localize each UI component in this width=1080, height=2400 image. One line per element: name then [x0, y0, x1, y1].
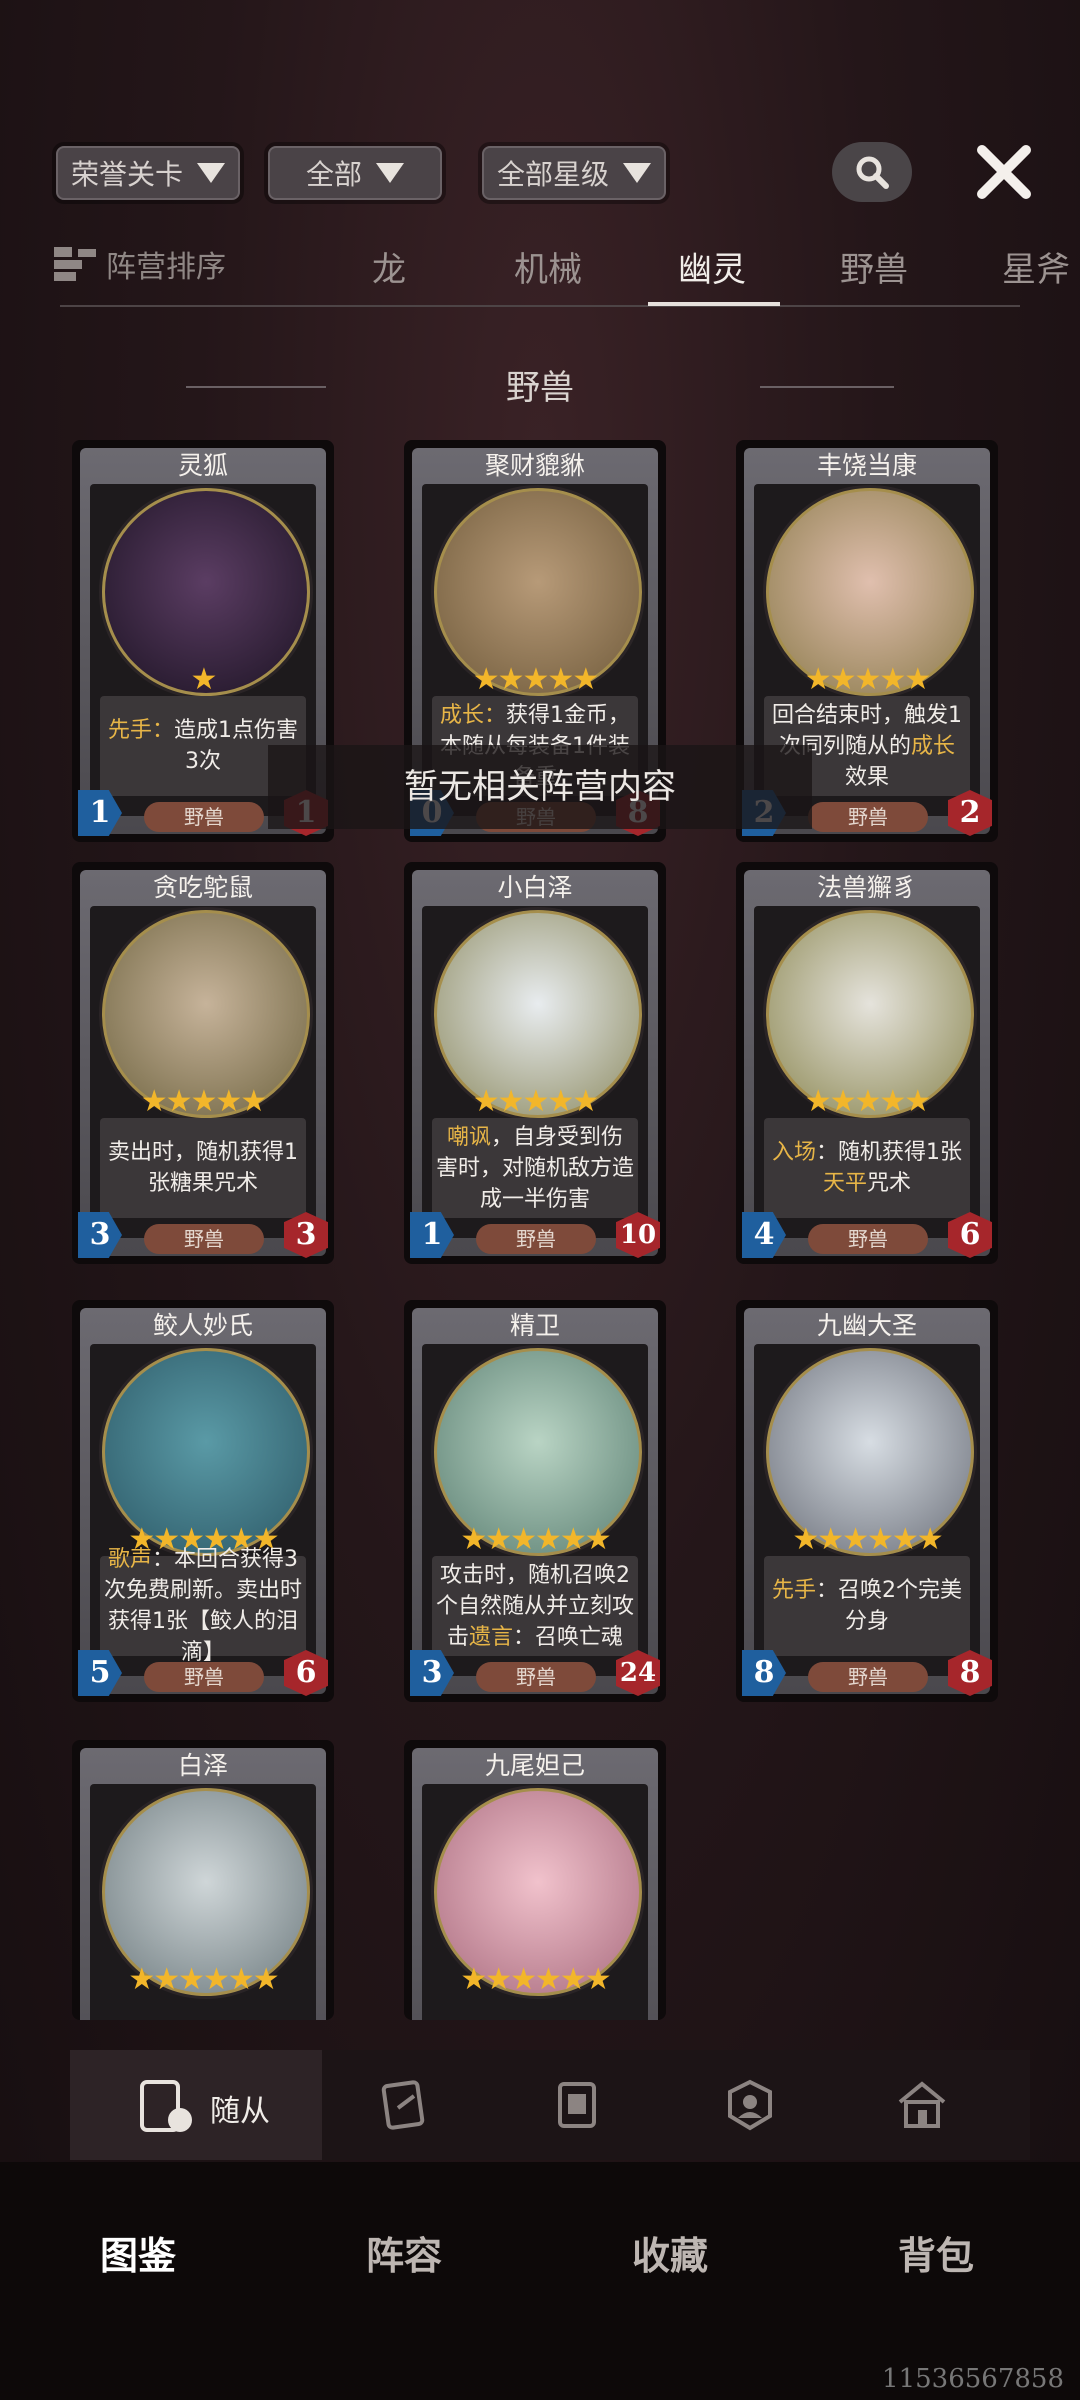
star-rating: ★★★★★★: [128, 1962, 279, 1997]
card-description: 攻击时，随机召唤2个自然随从并立刻攻击遗言：召唤亡魂: [432, 1556, 638, 1656]
tribe-badge: 野兽: [476, 1662, 596, 1692]
tab-beast[interactable]: 野兽: [840, 242, 908, 291]
chevron-down-icon: [376, 163, 404, 183]
description-tail: 效果: [844, 764, 889, 790]
card-description: 先手：召唤2个完美分身: [764, 1556, 970, 1656]
honor-filter-label: 荣誉关卡: [70, 158, 183, 191]
tab-mechanical[interactable]: 机械: [514, 242, 582, 291]
faction-filter-label: 全部: [305, 158, 362, 191]
minion-card[interactable]: 鲛人妙氏 ★★★★★★ 歌声：本回合获得3次免费刷新。卖出时获得1张【鲛人的泪滴】野…: [72, 1300, 334, 1702]
active-tab-indicator: [648, 302, 780, 306]
tribe-badge: 野兽: [808, 1662, 928, 1692]
card-name: 小白泽: [497, 873, 573, 902]
card-name: 精卫: [509, 1311, 560, 1340]
equipment-card-icon[interactable]: [552, 2078, 604, 2132]
sort-button[interactable]: 阵营排序: [52, 242, 226, 286]
tab-ghost[interactable]: 幽灵: [678, 242, 746, 291]
star-rating: ★★★★★: [804, 1084, 931, 1119]
star-rating: ★★★★★★: [460, 1962, 611, 1997]
minion-card[interactable]: 白泽 ★★★★★★: [72, 1740, 334, 2020]
tab-star[interactable]: 星斧: [1002, 242, 1080, 291]
star-rating: ★★★★★: [472, 1084, 599, 1119]
faction-filter-dropdown[interactable]: 全部: [268, 146, 442, 200]
description-text: 卖出时，随机获得1张糖果咒术: [108, 1140, 298, 1196]
minion-card[interactable]: 贪吃鸵鼠 ★★★★★ 卖出时，随机获得1张糖果咒术 野兽 3 3: [72, 862, 334, 1264]
sort-label: 阵营排序: [106, 250, 226, 285]
tabs-divider: [60, 305, 1020, 307]
subnav-minions[interactable]: 随从: [70, 2050, 322, 2160]
chevron-down-icon: [197, 163, 225, 183]
keyword: 成长: [911, 733, 956, 759]
house-icon[interactable]: [894, 2076, 950, 2132]
user-id: 11536567858: [882, 2364, 1064, 2394]
subnav-minions-label: 随从: [210, 2094, 270, 2129]
keyword: 先手：: [107, 718, 174, 743]
search-button[interactable]: [832, 142, 912, 202]
tribe-badge: 野兽: [808, 802, 928, 832]
keyword: 先手: [771, 1578, 816, 1603]
card-name: 丰饶当康: [816, 451, 917, 480]
card-description: 入场：随机获得1张天平咒术: [764, 1118, 970, 1218]
card-name: 聚财貔貅: [484, 451, 585, 480]
star-rating: ★★★★★★: [792, 1522, 943, 1557]
keyword: 成长：: [439, 702, 506, 728]
nav-collection[interactable]: 收藏: [632, 2225, 708, 2280]
nav-backpack[interactable]: 背包: [898, 2225, 974, 2280]
faction-tabs: 阵营排序 龙 机械 幽灵 野兽 星斧: [0, 242, 1080, 308]
description-tail: ：召唤亡魂: [513, 1624, 624, 1650]
description-text: ：随机获得1张: [816, 1140, 962, 1165]
nav-codex[interactable]: 图鉴: [100, 2225, 176, 2280]
card-description: 歌声：本回合获得3次免费刷新。卖出时获得1张【鲛人的泪滴】: [100, 1547, 306, 1665]
description-tail: 咒术: [867, 1171, 912, 1196]
card-name: 鲛人妙氏: [152, 1311, 253, 1340]
card-name: 九幽大圣: [816, 1311, 917, 1340]
description-text: ：召唤2个完美分身: [816, 1578, 962, 1634]
section-divider-right: [760, 386, 894, 388]
keyword: 入场: [771, 1140, 816, 1165]
hero-portrait-icon[interactable]: [724, 2078, 776, 2132]
card-name: 白泽: [177, 1751, 228, 1780]
keyword: 歌声: [107, 1547, 152, 1572]
minion-card[interactable]: 精卫 ★★★★★★ 攻击时，随机召唤2个自然随从并立刻攻击遗言：召唤亡魂 野兽 3 24: [404, 1300, 666, 1702]
honor-filter-dropdown[interactable]: 荣誉关卡: [56, 146, 240, 200]
star-filter-dropdown[interactable]: 全部星级: [482, 146, 666, 200]
card-name: 灵狐: [177, 451, 228, 480]
keyword: 嘲讽: [446, 1124, 491, 1150]
star-rating: ★★★★★★: [460, 1522, 611, 1557]
minion-card[interactable]: 小白泽 ★★★★★ 嘲讽，自身受到伤害时，对随机敌方造成一半伤害 野兽 1 10: [404, 862, 666, 1264]
tribe-badge: 野兽: [144, 1662, 264, 1692]
close-icon: [977, 145, 1031, 199]
card-description: 嘲讽，自身受到伤害时，对随机敌方造成一半伤害: [432, 1118, 638, 1218]
tribe-badge: 野兽: [144, 802, 264, 832]
card-name: 九尾妲己: [484, 1751, 585, 1780]
star-rating: ★★★★★: [140, 1084, 267, 1119]
tab-dragon[interactable]: 龙: [372, 242, 406, 291]
minion-card[interactable]: 法兽獬豸 ★★★★★ 入场：随机获得1张天平咒术 野兽 4 6: [736, 862, 998, 1264]
minion-card[interactable]: 九幽大圣 ★★★★★★ 先手：召唤2个完美分身 野兽 8 8: [736, 1300, 998, 1702]
close-button[interactable]: [972, 140, 1036, 204]
keyword: 遗言: [468, 1624, 513, 1650]
spell-card-icon[interactable]: [380, 2078, 432, 2132]
chevron-down-icon: [623, 163, 651, 183]
star-rating: ★★★★★: [472, 662, 599, 697]
sort-icon: [54, 247, 96, 281]
tribe-badge: 野兽: [808, 1224, 928, 1254]
keyword: 天平: [822, 1171, 867, 1196]
tribe-badge: 野兽: [476, 1224, 596, 1254]
tribe-badge: 野兽: [144, 1224, 264, 1254]
star-rating: ★: [190, 662, 218, 697]
minion-card-icon: [140, 2080, 192, 2132]
card-name: 法兽獬豸: [816, 873, 917, 902]
empty-faction-toast: 暂无相关阵营内容: [268, 745, 812, 829]
star-rating: ★★★★★: [804, 662, 931, 697]
star-filter-label: 全部星级: [496, 158, 609, 191]
nav-lineup[interactable]: 阵容: [366, 2225, 442, 2280]
search-icon: [856, 156, 889, 189]
card-description: 卖出时，随机获得1张糖果咒术: [100, 1118, 306, 1218]
card-name: 贪吃鸵鼠: [152, 873, 253, 902]
minion-card[interactable]: 九尾妲己 ★★★★★★: [404, 1740, 666, 2020]
section-title: 野兽: [506, 368, 574, 408]
